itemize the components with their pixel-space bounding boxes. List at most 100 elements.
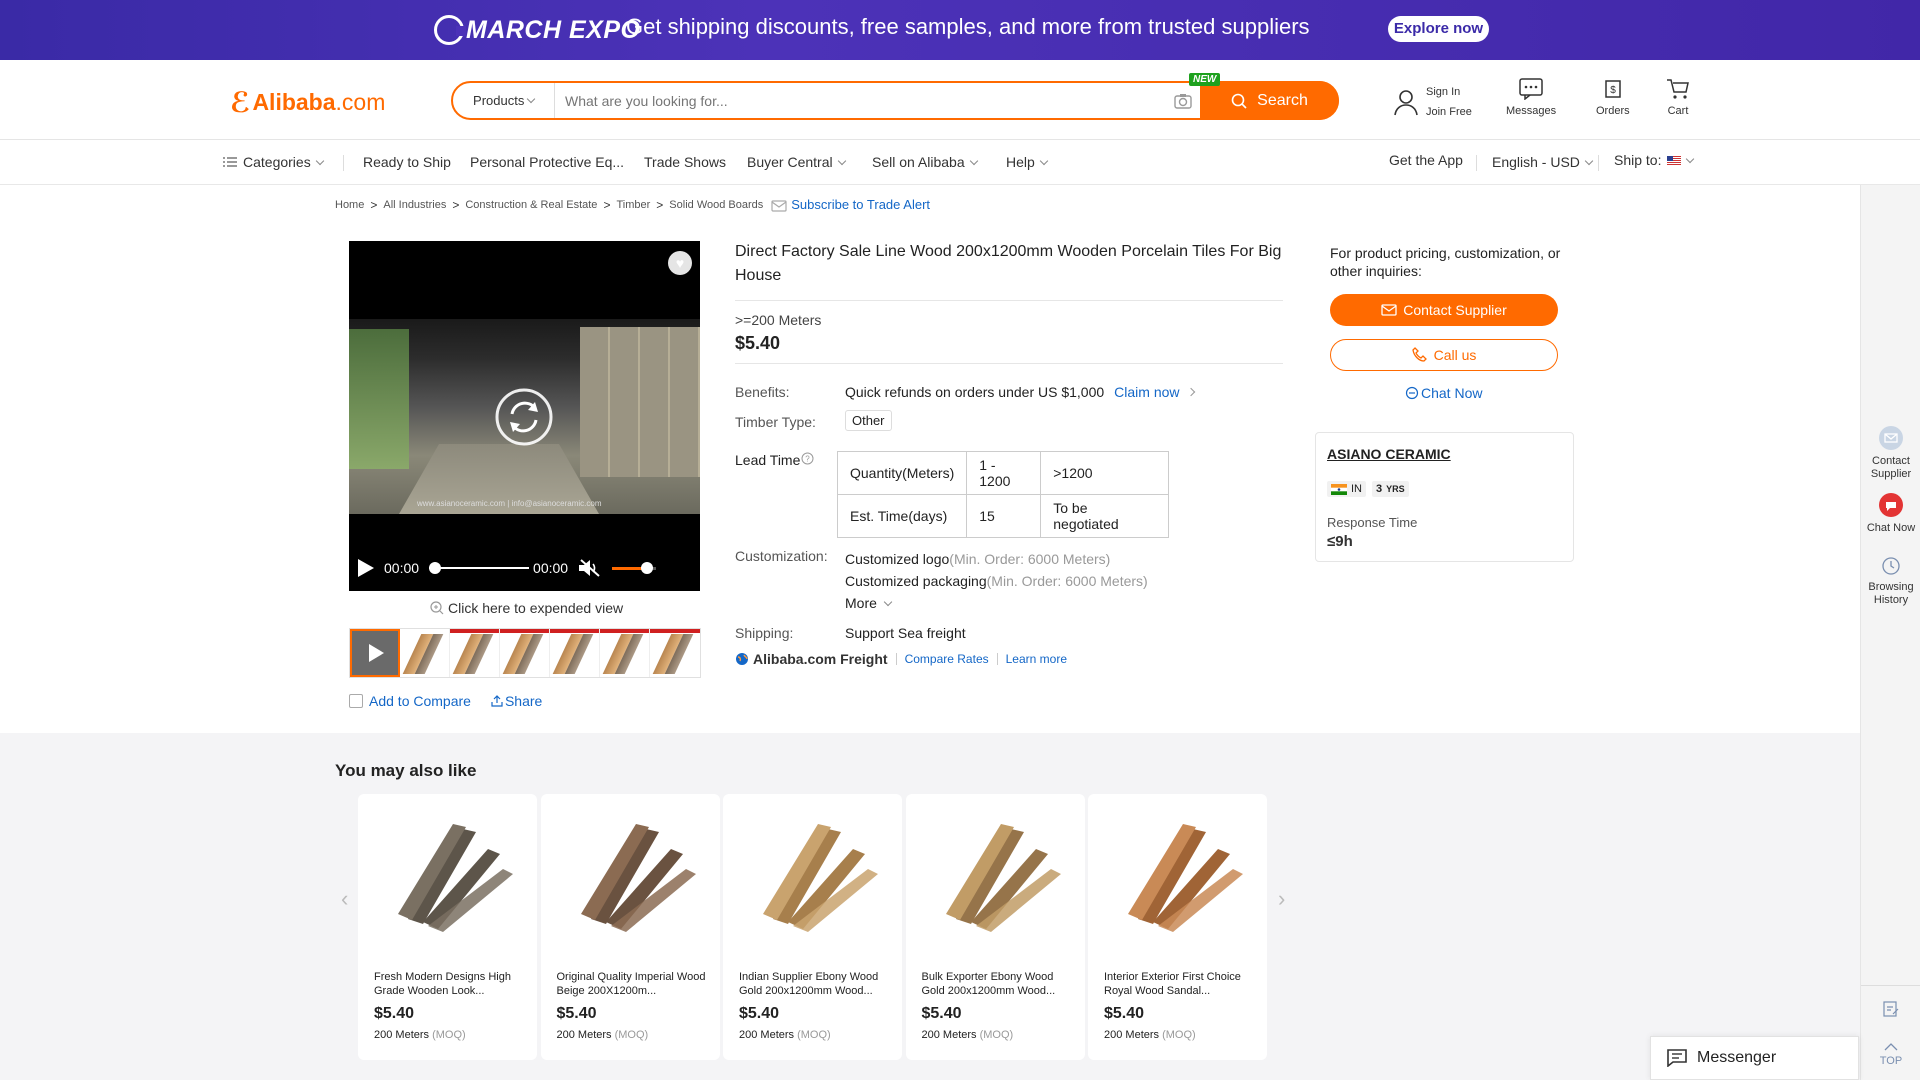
alibaba-logo[interactable]: ℰ Alibaba .com — [230, 86, 385, 119]
product-name[interactable]: Indian Supplier Ebony Wood Gold 200x1200… — [739, 970, 889, 998]
search-button[interactable]: Search — [1200, 81, 1339, 120]
product-card[interactable]: Original Quality Imperial Wood Beige 200… — [540, 794, 720, 1060]
user-icon — [1394, 90, 1418, 116]
video-seek-bar[interactable] — [429, 562, 530, 574]
explore-now-button[interactable]: Explore now — [1388, 16, 1489, 42]
product-name[interactable]: Bulk Exporter Ebony Wood Gold 200x1200mm… — [922, 970, 1072, 998]
thumbnail-image[interactable] — [600, 629, 650, 677]
rail-contact-supplier[interactable]: Contact Supplier — [1861, 425, 1920, 481]
product-card[interactable]: Interior Exterior First Choice Royal Woo… — [1088, 794, 1267, 1060]
orders-button[interactable]: $ Orders — [1596, 78, 1630, 117]
breadcrumb-all-industries[interactable]: All Industries — [383, 199, 446, 211]
breadcrumb: Home > All Industries > Construction & Rea… — [335, 197, 930, 212]
product-card[interactable]: Indian Supplier Ebony Wood Gold 200x1200… — [723, 794, 902, 1060]
promo-banner[interactable]: MARCH EXPO Get shipping discounts, free … — [0, 0, 1920, 60]
contact-supplier-button[interactable]: Contact Supplier — [1330, 294, 1558, 326]
rail-chat-now[interactable]: Chat Now — [1861, 492, 1920, 535]
mail-alert-icon — [771, 199, 787, 212]
product-image — [580, 824, 696, 932]
breadcrumb-separator: > — [656, 197, 664, 212]
compare-rates-link[interactable]: Compare Rates — [905, 652, 989, 666]
ship-to-select[interactable]: Ship to: — [1614, 152, 1695, 168]
help-circle-icon[interactable]: ? — [801, 452, 814, 465]
supplier-badges: IN 3 YRS — [1327, 481, 1409, 497]
product-card[interactable]: Bulk Exporter Ebony Wood Gold 200x1200mm… — [905, 794, 1085, 1060]
cart-button[interactable]: Cart — [1666, 78, 1690, 117]
orders-icon: $ — [1605, 80, 1621, 98]
learn-more-link[interactable]: Learn more — [1006, 652, 1067, 666]
expand-view-link[interactable]: Click here to expended view — [430, 600, 623, 616]
more-customization-toggle[interactable]: More — [845, 592, 1148, 614]
messenger-button[interactable]: Messenger — [1650, 1036, 1859, 1080]
back-to-top-button[interactable]: TOP — [1861, 1043, 1920, 1068]
chevron-down-icon — [1686, 154, 1695, 163]
replay-icon[interactable] — [495, 388, 553, 446]
product-price: $5.40 — [556, 1005, 597, 1022]
share-button[interactable]: Share — [491, 693, 542, 709]
subscribe-trade-alert[interactable]: Subscribe to Trade Alert — [771, 197, 930, 212]
product-name[interactable]: Interior Exterior First Choice Royal Woo… — [1104, 970, 1254, 998]
supplier-name-link[interactable]: ASIANO CERAMIC — [1327, 446, 1451, 462]
thumbnail-image[interactable] — [400, 629, 450, 677]
carousel-prev-icon[interactable]: ‹ — [341, 886, 348, 912]
section-heading: You may also like — [335, 761, 477, 780]
product-type-select[interactable]: Products — [453, 83, 555, 118]
nav-ppe[interactable]: Personal Protective Eq... — [470, 154, 624, 170]
carousel-next-icon[interactable]: › — [1278, 886, 1285, 912]
product-price: $5.40 — [921, 1005, 962, 1022]
breadcrumb-construction[interactable]: Construction & Real Estate — [465, 199, 597, 211]
nav-buyer-central[interactable]: Buyer Central — [747, 154, 846, 170]
breadcrumb-home[interactable]: Home — [335, 199, 364, 211]
volume-knob[interactable] — [641, 561, 654, 574]
thumbnail-image[interactable] — [650, 629, 700, 677]
muted-speaker-icon[interactable] — [578, 558, 602, 578]
phone-icon — [1411, 347, 1427, 362]
add-to-compare-checkbox[interactable] — [349, 694, 363, 708]
nav-sell-on-alibaba[interactable]: Sell on Alibaba — [872, 154, 978, 170]
product-card[interactable]: Fresh Modern Designs High Grade Wooden L… — [358, 794, 537, 1060]
freight-row: Alibaba.com Freight Compare Rates Learn … — [735, 651, 1067, 667]
product-name[interactable]: Fresh Modern Designs High Grade Wooden L… — [374, 970, 524, 998]
nav-help[interactable]: Help — [1006, 154, 1049, 170]
thumbnail-image[interactable] — [500, 629, 550, 677]
timber-type-tag[interactable]: Other — [845, 410, 892, 431]
customization-item: Customized packaging(Min. Order: 6000 Me… — [845, 573, 1148, 589]
play-icon[interactable] — [358, 559, 374, 577]
main-nav: Categories Ready to Ship Personal Protec… — [0, 141, 1920, 185]
product-price: $5.40 — [739, 1005, 780, 1022]
nav-categories[interactable]: Categories — [223, 154, 324, 170]
nav-ready-to-ship[interactable]: Ready to Ship — [363, 154, 451, 170]
breadcrumb-solid-wood-boards[interactable]: Solid Wood Boards — [669, 199, 763, 211]
sign-in-area[interactable]: Sign In Join Free — [1392, 82, 1472, 122]
messages-button[interactable]: Messages — [1506, 78, 1556, 117]
call-us-button[interactable]: Call us — [1330, 339, 1558, 371]
camera-search-icon[interactable] — [1166, 93, 1200, 109]
chat-now-link[interactable]: Chat Now — [1405, 385, 1482, 401]
join-free-link[interactable]: Join Free — [1426, 102, 1472, 122]
divider — [735, 363, 1283, 364]
breadcrumb-timber[interactable]: Timber — [616, 199, 650, 211]
thumbnail-image[interactable] — [450, 629, 500, 677]
divider — [895, 653, 897, 665]
seek-knob[interactable] — [429, 562, 442, 574]
product-name[interactable]: Original Quality Imperial Wood Beige 200… — [557, 970, 707, 998]
search-input[interactable] — [555, 83, 1166, 118]
rail-feedback[interactable] — [1861, 1000, 1920, 1022]
divider — [1861, 985, 1920, 986]
rail-browsing-history[interactable]: Browsing History — [1861, 555, 1920, 607]
india-flag-icon — [1331, 483, 1347, 495]
svg-text:$: $ — [1610, 85, 1616, 96]
shipping-row: Shipping: Support Sea freight — [735, 625, 966, 641]
favorite-heart-icon[interactable]: ♥ — [668, 251, 692, 275]
nav-trade-shows[interactable]: Trade Shows — [644, 154, 726, 170]
language-currency-select[interactable]: English - USD — [1492, 154, 1594, 170]
nav-get-app[interactable]: Get the App — [1389, 152, 1463, 168]
volume-slider[interactable] — [612, 561, 657, 574]
claim-now-link[interactable]: Claim now — [1114, 384, 1195, 400]
thumbnail-video[interactable] — [350, 629, 400, 677]
product-video-player[interactable]: www.asianoceramic.com | info@asianoceram… — [349, 241, 700, 591]
benefits-text: Quick refunds on orders under US $1,000 — [845, 384, 1105, 400]
add-to-compare-link[interactable]: Add to Compare — [369, 693, 471, 709]
thumbnail-image[interactable] — [550, 629, 600, 677]
sign-in-link[interactable]: Sign In — [1426, 82, 1472, 102]
